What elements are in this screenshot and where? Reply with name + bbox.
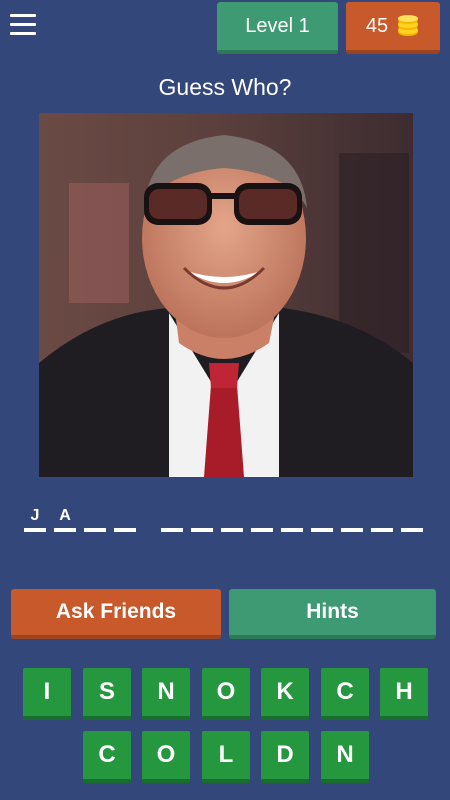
coins-badge[interactable]: 45 <box>346 2 440 54</box>
ask-friends-button[interactable]: Ask Friends <box>11 589 221 639</box>
answer-letter: J <box>30 507 40 524</box>
letter-key[interactable]: H <box>380 668 428 720</box>
answer-underline <box>161 528 183 532</box>
letter-key[interactable]: L <box>202 731 250 783</box>
letter-key[interactable]: C <box>321 668 369 720</box>
letter-key[interactable]: N <box>321 731 369 783</box>
answer-slot[interactable] <box>191 505 213 535</box>
answer-underline <box>24 528 46 532</box>
answer-underline <box>401 528 423 532</box>
coin-stack-icon <box>398 15 419 36</box>
answer-slot[interactable] <box>281 505 303 535</box>
coins-count: 45 <box>365 14 389 37</box>
letter-key[interactable]: C <box>83 731 131 783</box>
answer-slot[interactable] <box>161 505 183 535</box>
answer-underline <box>221 528 243 532</box>
answer-underline <box>114 528 136 532</box>
answer-slots: JA <box>0 505 450 539</box>
hints-button[interactable]: Hints <box>229 589 436 639</box>
answer-underline <box>84 528 106 532</box>
answer-slot[interactable] <box>341 505 363 535</box>
answer-letter: A <box>59 507 71 524</box>
page-title: Guess Who? <box>158 74 292 100</box>
answer-underline <box>371 528 393 532</box>
answer-slot[interactable] <box>371 505 393 535</box>
answer-underline <box>341 528 363 532</box>
answer-slot[interactable] <box>251 505 273 535</box>
answer-slot[interactable]: J <box>24 505 46 535</box>
letter-key[interactable]: I <box>23 668 71 720</box>
answer-underline <box>251 528 273 532</box>
hamburger-menu-icon[interactable] <box>10 14 36 36</box>
top-bar: Level 1 45 <box>0 0 450 56</box>
answer-underline <box>311 528 333 532</box>
celebrity-photo <box>39 113 413 477</box>
answer-underline <box>281 528 303 532</box>
answer-slot[interactable] <box>221 505 243 535</box>
letter-key[interactable]: O <box>142 731 190 783</box>
letter-key[interactable]: D <box>261 731 309 783</box>
level-badge: Level 1 <box>217 2 338 54</box>
answer-slot[interactable] <box>311 505 333 535</box>
answer-slot[interactable]: A <box>54 505 76 535</box>
level-label: Level 1 <box>245 14 310 37</box>
answer-slot[interactable] <box>84 505 106 535</box>
letter-key[interactable]: N <box>142 668 190 720</box>
letter-key[interactable]: S <box>83 668 131 720</box>
answer-underline <box>54 528 76 532</box>
letter-key[interactable]: O <box>202 668 250 720</box>
letter-key[interactable]: K <box>261 668 309 720</box>
answer-slot[interactable] <box>114 505 136 535</box>
answer-underline <box>191 528 213 532</box>
answer-slot[interactable] <box>401 505 423 535</box>
